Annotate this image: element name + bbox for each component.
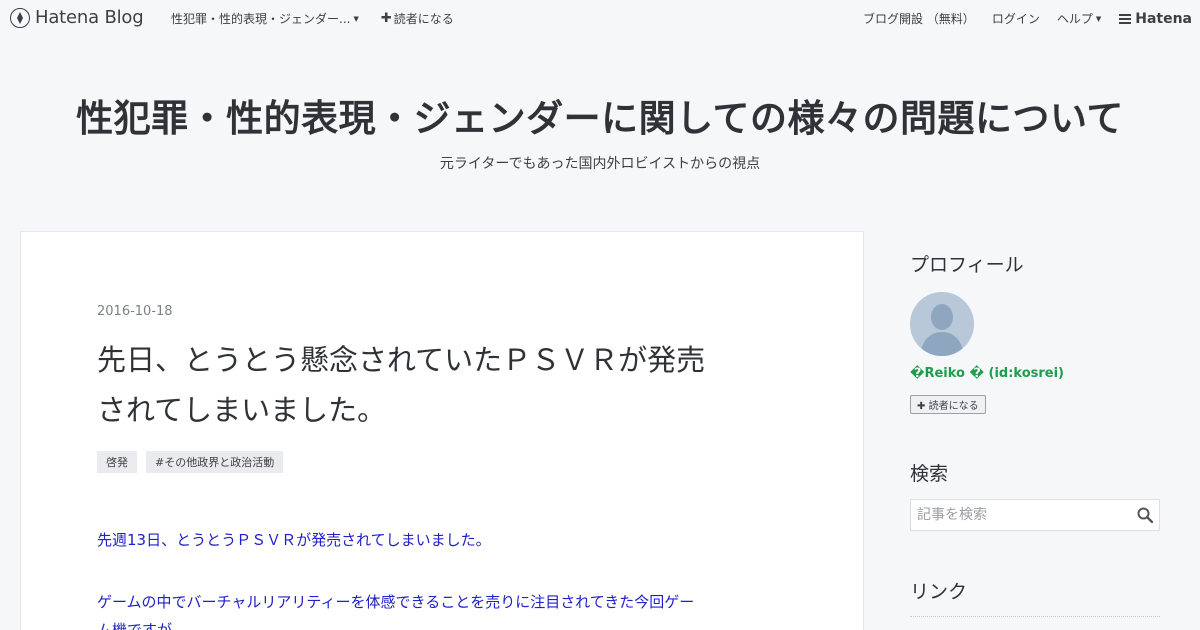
entry-title-line: されてしまいました。: [97, 393, 387, 427]
body-paragraph: ム機ですが、: [97, 621, 187, 630]
subscribe-link[interactable]: ✚ 読者になる: [381, 10, 454, 27]
global-header: Hatena Blog 性犯罪・性的表現・ジェンダー... ▼ ✚ 読者になる …: [0, 0, 1200, 36]
blog-menu-dropdown[interactable]: 性犯罪・性的表現・ジェンダー... ▼: [171, 10, 359, 27]
category-tag[interactable]: 啓発: [97, 451, 137, 473]
subscribe-button-label: 読者になる: [928, 401, 979, 412]
entry-categories: 啓発 #その他政界と政治活動: [97, 451, 284, 473]
plus-icon: ✚: [917, 401, 926, 412]
entry-body: 先週13日、とうとうＰＳＶＲが発売されてしまいました。 ゲームの中でバーチャルリ…: [97, 526, 787, 630]
divider: [910, 616, 1160, 617]
user-silhouette-icon: [910, 292, 974, 356]
hatena-blog-logo[interactable]: Hatena Blog: [10, 7, 144, 28]
subscribe-label: 読者になる: [393, 12, 454, 26]
profile-heading: プロフィール: [910, 254, 1024, 276]
brand-text: Hatena Blog: [35, 7, 144, 28]
body-paragraph: 先週13日、とうとうＰＳＶＲが発売されてしまいました。: [97, 531, 491, 549]
search-form: [910, 499, 1160, 531]
search-icon[interactable]: [1137, 507, 1154, 527]
links-heading: リンク: [910, 581, 968, 603]
hatena-stripes-icon: [1119, 12, 1132, 26]
help-dropdown[interactable]: ヘルプ ▼: [1057, 10, 1101, 27]
plus-icon: ✚: [380, 11, 392, 26]
start-blog-link[interactable]: ブログ開設 （無料）: [863, 10, 975, 27]
entry-date[interactable]: 2016-10-18: [97, 304, 173, 319]
hatena-logo[interactable]: Hatena: [1119, 11, 1192, 27]
subscribe-button[interactable]: ✚ 読者になる: [910, 395, 986, 414]
hatena-pen-icon: [10, 7, 30, 28]
search-heading: 検索: [910, 463, 949, 485]
body-paragraph: ゲームの中でバーチャルリアリティーを体感できることを売りに注目されてきた今回ゲー: [97, 593, 695, 611]
caret-down-icon: ▼: [1095, 14, 1102, 23]
avatar[interactable]: [910, 292, 974, 356]
blog-description: 元ライターでもあった国内外ロビイストからの視点: [439, 156, 761, 172]
entry-title[interactable]: 先日、とうとう懸念されていたＰＳＶＲが発売 されてしまいました。: [97, 335, 797, 435]
article-card: 2016-10-18 先日、とうとう懸念されていたＰＳＶＲが発売 されてしまいま…: [20, 231, 864, 630]
sidebar: プロフィール �Reiko � (id:kosrei) ✚ 読者になる 検索 リ…: [910, 250, 1160, 617]
category-tag[interactable]: #その他政界と政治活動: [146, 451, 284, 473]
profile-name-link[interactable]: �Reiko � (id:kosrei): [910, 366, 1064, 381]
caret-down-icon: ▼: [353, 14, 359, 23]
blog-title[interactable]: 性犯罪・性的表現・ジェンダーに関しての様々の問題について: [0, 88, 1200, 142]
blog-menu-label: 性犯罪・性的表現・ジェンダー...: [171, 12, 351, 26]
search-input[interactable]: [911, 500, 1131, 530]
entry-title-line: 先日、とうとう懸念されていたＰＳＶＲが発売: [97, 343, 706, 377]
hatena-logo-text: Hatena: [1135, 10, 1192, 27]
login-link[interactable]: ログイン: [992, 10, 1040, 27]
help-label: ヘルプ: [1056, 12, 1093, 26]
